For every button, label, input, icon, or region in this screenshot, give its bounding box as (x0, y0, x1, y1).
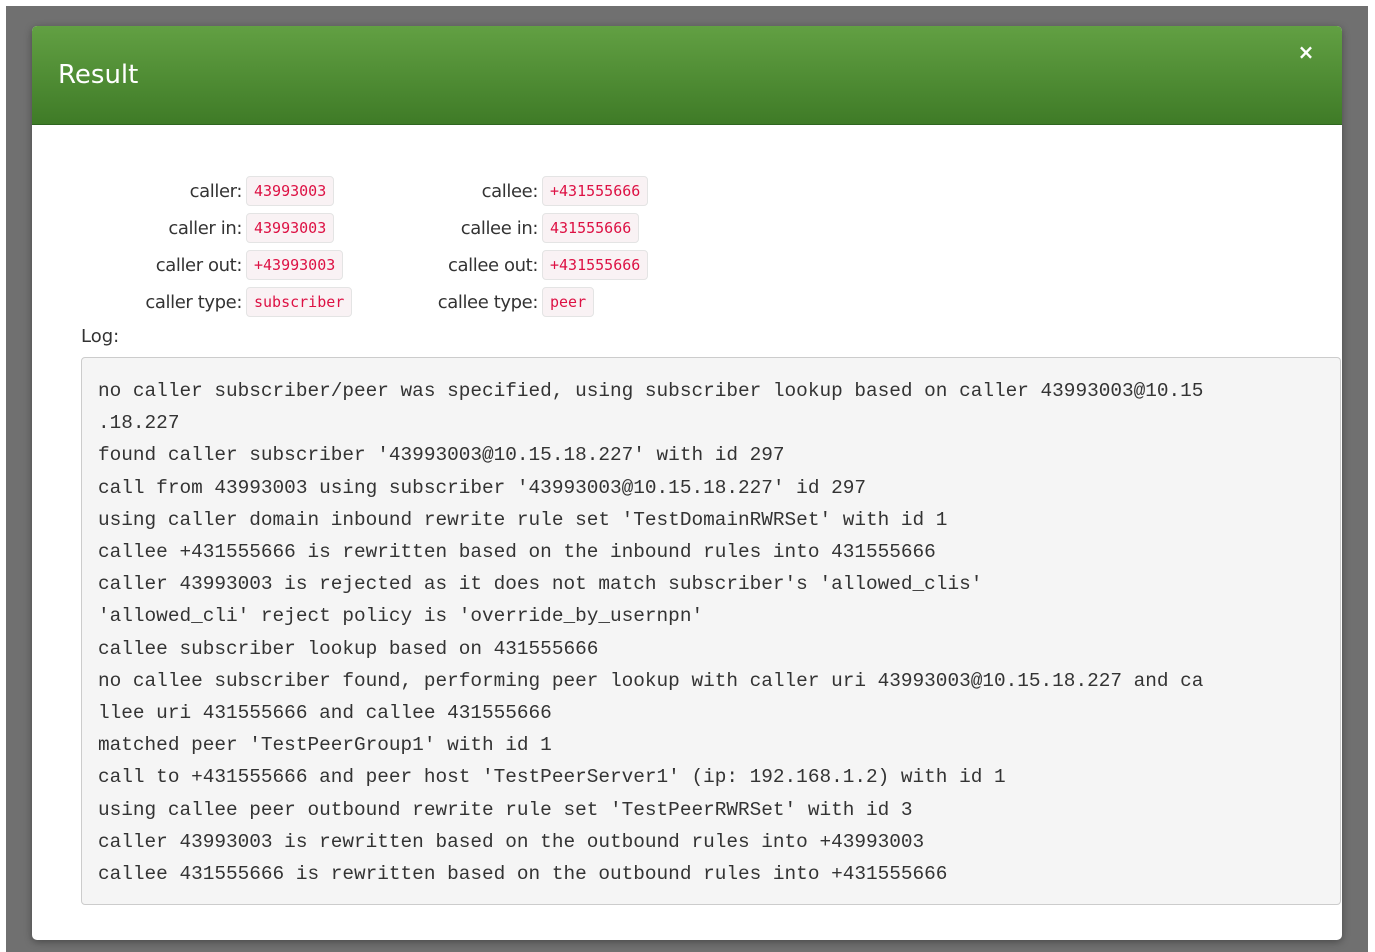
log-line: callee +431555666 is rewritten based on … (98, 541, 936, 564)
log-line: .18.227 (98, 412, 180, 435)
log-line: llee uri 431555666 and callee 431555666 (98, 702, 552, 725)
log-line: callee subscriber lookup based on 431555… (98, 637, 599, 660)
log-output[interactable]: no caller subscriber/peer was specified,… (81, 357, 1341, 905)
callee-out-label: callee out: (448, 254, 538, 276)
callee-label: callee: (481, 180, 539, 202)
callee-in-row: callee in: 431555666 (32, 213, 640, 243)
result-dialog: Result × caller: 43993003 caller in: 439… (32, 26, 1342, 940)
callee-out-value: +431555666 (542, 250, 649, 280)
log-line: callee 431555666 is rewritten based on t… (98, 863, 948, 886)
log-line: matched peer 'TestPeerGroup1' with id 1 (98, 734, 552, 757)
log-line: using callee peer outbound rewrite rule … (98, 798, 913, 821)
dialog-title: Result (58, 60, 139, 90)
log-line: found caller subscriber '43993003@10.15.… (98, 444, 785, 467)
log-line: call to +431555666 and peer host 'TestPe… (98, 766, 1006, 789)
log-line: caller 43993003 is rejected as it does n… (98, 573, 983, 596)
close-button[interactable]: × (1296, 41, 1316, 63)
log-line: no caller subscriber/peer was specified,… (98, 380, 1204, 402)
callee-value: +431555666 (542, 176, 649, 206)
dialog-header: Result × (32, 26, 1342, 125)
log-line: no callee subscriber found, performing p… (98, 669, 1204, 692)
log-label: Log: (81, 326, 120, 347)
log-line: call from 43993003 using subscriber '439… (98, 476, 866, 499)
callee-out-row: callee out: +431555666 (32, 250, 649, 280)
log-line: caller 43993003 is rewritten based on th… (98, 830, 925, 853)
callee-type-label: callee type: (437, 291, 539, 313)
log-line: using caller domain inbound rewrite rule… (98, 508, 948, 531)
callee-in-label: callee in: (460, 217, 539, 239)
callee-type-row: callee type: peer (32, 287, 595, 317)
callee-in-value: 431555666 (542, 213, 640, 243)
log-line: 'allowed_cli' reject policy is 'override… (98, 605, 704, 628)
callee-row: callee: +431555666 (32, 176, 649, 206)
callee-type-value: peer (542, 287, 595, 317)
